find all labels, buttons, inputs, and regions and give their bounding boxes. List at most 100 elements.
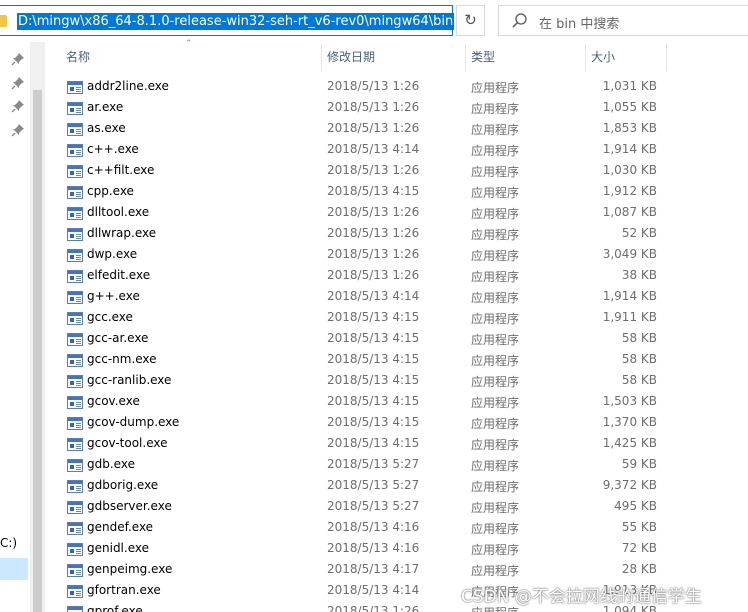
file-name[interactable]: gdborig.exe bbox=[87, 478, 158, 492]
file-row[interactable]: g++.exe 2018/5/13 4:14 应用程序 1,914 KB bbox=[52, 287, 748, 308]
address-path[interactable]: D:\mingw\x86_64-8.1.0-release-win32-seh-… bbox=[17, 13, 455, 30]
column-size[interactable]: 大小 bbox=[591, 42, 615, 73]
column-divider[interactable] bbox=[321, 44, 322, 71]
file-row[interactable]: ar.exe 2018/5/13 1:26 应用程序 1,055 KB bbox=[52, 98, 748, 119]
nav-scrollbar-thumb[interactable] bbox=[33, 90, 42, 612]
file-row[interactable]: gendef.exe 2018/5/13 4:16 应用程序 55 KB bbox=[52, 518, 748, 539]
exe-file-icon bbox=[67, 417, 83, 430]
column-type[interactable]: 类型 bbox=[471, 42, 495, 73]
file-date: 2018/5/13 5:27 bbox=[327, 499, 420, 513]
file-date: 2018/5/13 4:14 bbox=[327, 289, 420, 303]
exe-file-icon bbox=[67, 81, 83, 94]
file-size: 59 KB bbox=[621, 457, 657, 471]
file-name[interactable]: gendef.exe bbox=[87, 520, 153, 534]
file-name[interactable]: gdbserver.exe bbox=[87, 499, 172, 513]
file-name[interactable]: addr2line.exe bbox=[87, 79, 169, 93]
exe-file-icon bbox=[67, 228, 83, 241]
file-row[interactable]: addr2line.exe 2018/5/13 1:26 应用程序 1,031 KB bbox=[52, 77, 748, 98]
file-size: 1,425 KB bbox=[602, 436, 657, 450]
file-name[interactable]: elfedit.exe bbox=[87, 268, 150, 282]
file-row[interactable]: gcc-nm.exe 2018/5/13 4:15 应用程序 58 KB bbox=[52, 350, 748, 371]
file-type: 应用程序 bbox=[471, 333, 520, 347]
exe-file-icon bbox=[67, 480, 83, 493]
file-row[interactable]: gdborig.exe 2018/5/13 5:27 应用程序 9,372 KB bbox=[52, 476, 748, 497]
file-name[interactable]: gfortran.exe bbox=[87, 583, 161, 597]
file-name[interactable]: c++filt.exe bbox=[87, 163, 154, 177]
file-name[interactable]: genidl.exe bbox=[87, 541, 149, 555]
file-row[interactable]: gcov-dump.exe 2018/5/13 4:15 应用程序 1,370 KB bbox=[52, 413, 748, 434]
file-row[interactable]: gdb.exe 2018/5/13 5:27 应用程序 59 KB bbox=[52, 455, 748, 476]
file-date: 2018/5/13 1:26 bbox=[327, 604, 420, 612]
file-name[interactable]: c++.exe bbox=[87, 142, 139, 156]
exe-file-icon bbox=[67, 207, 83, 220]
search-input[interactable]: 在 bin 中搜索 bbox=[539, 13, 619, 32]
file-name[interactable]: gprof.exe bbox=[87, 604, 143, 612]
file-row[interactable]: genidl.exe 2018/5/13 4:16 应用程序 72 KB bbox=[52, 539, 748, 560]
column-name[interactable]: 名称 bbox=[66, 42, 90, 73]
file-date: 2018/5/13 5:27 bbox=[327, 478, 420, 492]
file-name[interactable]: gcc.exe bbox=[87, 310, 133, 324]
file-row[interactable]: gcov-tool.exe 2018/5/13 4:15 应用程序 1,425 KB bbox=[52, 434, 748, 455]
file-date: 2018/5/13 1:26 bbox=[327, 205, 420, 219]
pin-icon[interactable] bbox=[11, 99, 25, 113]
refresh-button[interactable]: ↻ bbox=[456, 5, 485, 36]
column-date[interactable]: 修改日期 bbox=[327, 42, 375, 73]
pin-icon[interactable] bbox=[11, 52, 25, 66]
file-row[interactable]: dlltool.exe 2018/5/13 1:26 应用程序 1,087 KB bbox=[52, 203, 748, 224]
file-type: 应用程序 bbox=[471, 564, 520, 578]
file-name[interactable]: gcc-nm.exe bbox=[87, 352, 157, 366]
address-bar[interactable]: D:\mingw\x86_64-8.1.0-release-win32-seh-… bbox=[0, 5, 455, 36]
file-type: 应用程序 bbox=[471, 291, 520, 305]
file-name[interactable]: as.exe bbox=[87, 121, 126, 135]
column-divider[interactable] bbox=[585, 44, 586, 71]
file-row[interactable]: dllwrap.exe 2018/5/13 1:26 应用程序 52 KB bbox=[52, 224, 748, 245]
exe-file-icon bbox=[67, 333, 83, 346]
search-box[interactable]: 在 bin 中搜索 bbox=[498, 5, 748, 36]
file-row[interactable]: gcov.exe 2018/5/13 4:15 应用程序 1,503 KB bbox=[52, 392, 748, 413]
search-icon bbox=[512, 13, 527, 28]
file-row[interactable]: genpeimg.exe 2018/5/13 4:17 应用程序 28 KB bbox=[52, 560, 748, 581]
file-size: 3,049 KB bbox=[602, 247, 657, 261]
file-name[interactable]: gcc-ar.exe bbox=[87, 331, 148, 345]
file-name[interactable]: g++.exe bbox=[87, 289, 140, 303]
file-row[interactable]: as.exe 2018/5/13 1:26 应用程序 1,853 KB bbox=[52, 119, 748, 140]
pin-icon[interactable] bbox=[11, 123, 25, 137]
exe-file-icon bbox=[67, 249, 83, 262]
file-row[interactable]: gcc-ar.exe 2018/5/13 4:15 应用程序 58 KB bbox=[52, 329, 748, 350]
file-row[interactable]: gdbserver.exe 2018/5/13 5:27 应用程序 495 KB bbox=[52, 497, 748, 518]
pin-icon[interactable] bbox=[11, 76, 25, 90]
exe-file-icon bbox=[67, 270, 83, 283]
file-name[interactable]: gdb.exe bbox=[87, 457, 135, 471]
file-name[interactable]: dwp.exe bbox=[87, 247, 137, 261]
file-name[interactable]: dllwrap.exe bbox=[87, 226, 156, 240]
file-size: 495 KB bbox=[614, 499, 657, 513]
nav-item-drive-c[interactable]: C:) bbox=[0, 536, 17, 550]
file-size: 55 KB bbox=[621, 520, 657, 534]
file-row[interactable]: gcc.exe 2018/5/13 4:15 应用程序 1,911 KB bbox=[52, 308, 748, 329]
file-name[interactable]: ar.exe bbox=[87, 100, 123, 114]
file-date: 2018/5/13 4:16 bbox=[327, 541, 420, 555]
column-divider[interactable] bbox=[666, 44, 667, 71]
file-row[interactable]: c++filt.exe 2018/5/13 1:26 应用程序 1,030 KB bbox=[52, 161, 748, 182]
file-name[interactable]: cpp.exe bbox=[87, 184, 134, 198]
file-type: 应用程序 bbox=[471, 249, 520, 263]
file-row[interactable]: elfedit.exe 2018/5/13 1:26 应用程序 38 KB bbox=[52, 266, 748, 287]
exe-file-icon bbox=[67, 438, 83, 451]
file-type: 应用程序 bbox=[471, 312, 520, 326]
file-name[interactable]: gcov.exe bbox=[87, 394, 140, 408]
file-name[interactable]: gcov-tool.exe bbox=[87, 436, 168, 450]
file-type: 应用程序 bbox=[471, 270, 520, 284]
file-row[interactable]: gcc-ranlib.exe 2018/5/13 4:15 应用程序 58 KB bbox=[52, 371, 748, 392]
file-name[interactable]: gcov-dump.exe bbox=[87, 415, 179, 429]
chevron-down-icon[interactable]: ⌄ bbox=[430, 15, 444, 27]
file-name[interactable]: dlltool.exe bbox=[87, 205, 149, 219]
file-row[interactable]: dwp.exe 2018/5/13 1:26 应用程序 3,049 KB bbox=[52, 245, 748, 266]
file-name[interactable]: genpeimg.exe bbox=[87, 562, 172, 576]
file-type: 应用程序 bbox=[471, 522, 520, 536]
file-row[interactable]: cpp.exe 2018/5/13 4:15 应用程序 1,912 KB bbox=[52, 182, 748, 203]
file-name[interactable]: gcc-ranlib.exe bbox=[87, 373, 171, 387]
file-row[interactable]: c++.exe 2018/5/13 4:14 应用程序 1,914 KB bbox=[52, 140, 748, 161]
column-divider[interactable] bbox=[465, 44, 466, 71]
nav-item-selected[interactable] bbox=[0, 558, 28, 580]
file-size: 1,087 KB bbox=[602, 205, 657, 219]
